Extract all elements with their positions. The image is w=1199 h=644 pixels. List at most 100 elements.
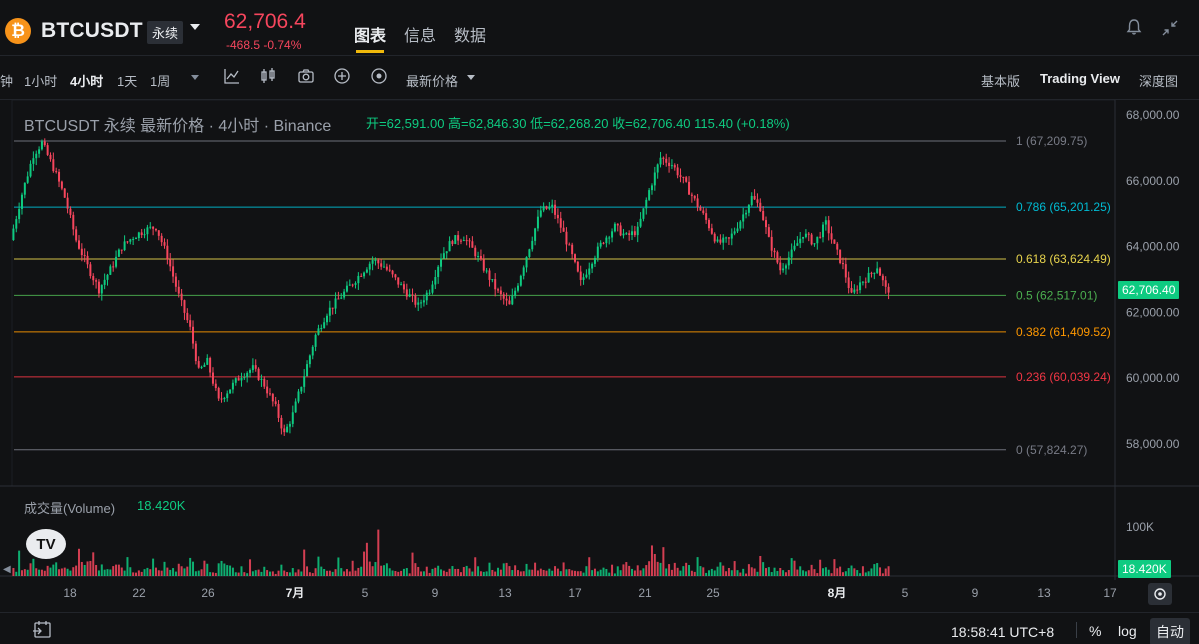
volume-bar	[357, 567, 360, 576]
timeframe-minute[interactable]: 钟	[0, 71, 13, 90]
volume-bar	[727, 567, 730, 576]
candle-body	[562, 227, 565, 232]
candle-body	[511, 295, 514, 305]
volume-bar	[229, 565, 232, 576]
timeframe-1d[interactable]: 1天	[117, 71, 137, 90]
candle-body	[579, 271, 582, 280]
tab-chart[interactable]: 图表	[354, 22, 386, 46]
candle-body	[60, 181, 63, 189]
view-tradingview[interactable]: Trading View	[1040, 71, 1120, 86]
candle-body	[571, 244, 574, 255]
view-depth[interactable]: 深度图	[1139, 71, 1178, 90]
symbol-name[interactable]: BTCUSDT	[41, 19, 143, 43]
candle-body	[582, 277, 585, 280]
indicator-icon[interactable]	[223, 67, 241, 85]
candlestick-chart[interactable]: 68,000.00 66,000.00 64,000.00 62,000.00 60,0…	[0, 100, 1199, 610]
candle-body	[742, 214, 745, 222]
volume-bar	[782, 570, 785, 576]
volume-bar	[502, 563, 505, 576]
volume-bar	[568, 569, 571, 576]
timeframe-more-caret-icon[interactable]	[191, 75, 199, 80]
volume-bar	[300, 571, 303, 576]
volume-bar	[870, 568, 873, 576]
volume-bar	[747, 564, 750, 576]
volume-bar	[177, 563, 180, 576]
candle-body	[602, 242, 605, 244]
candle-body	[345, 285, 348, 292]
candle-body	[881, 275, 884, 281]
volume-bar	[730, 570, 733, 576]
volume-bar	[542, 569, 545, 576]
candle-type-icon[interactable]	[259, 67, 277, 85]
volume-bar	[705, 572, 708, 576]
volume-bar	[742, 568, 745, 576]
candle-body	[762, 211, 765, 221]
bell-icon[interactable]	[1125, 18, 1143, 36]
price-type-select[interactable]: 最新价格	[406, 71, 458, 90]
add-icon[interactable]	[333, 67, 351, 85]
volume-bar	[628, 565, 631, 576]
tab-data[interactable]: 数据	[454, 22, 486, 46]
candle-body	[822, 224, 825, 238]
volume-bar	[474, 557, 477, 576]
volume-bar	[12, 568, 15, 576]
active-tab-indicator	[356, 50, 384, 53]
volume-bar	[702, 567, 705, 576]
scroll-left-icon[interactable]: ◀	[3, 564, 11, 575]
volume-bar	[522, 571, 525, 576]
fib-level-label: 0.382 (61,409.52)	[1016, 325, 1111, 339]
volume-bar	[234, 572, 237, 576]
camera-icon[interactable]	[297, 67, 315, 85]
y-axis-tick: 62,000.00	[1126, 305, 1180, 319]
log-scale-button[interactable]: log	[1118, 623, 1137, 639]
percent-scale-button[interactable]: %	[1089, 623, 1101, 639]
candle-body	[311, 346, 314, 356]
view-basic[interactable]: 基本版	[981, 71, 1020, 90]
volume-bar	[157, 570, 160, 576]
candle-body	[784, 265, 787, 269]
candle-body	[394, 274, 397, 278]
candle-body	[103, 279, 106, 285]
volume-bar	[571, 570, 574, 576]
volume-bar	[306, 566, 309, 576]
volume-bar	[799, 566, 802, 576]
timeframe-1w[interactable]: 1周	[150, 71, 170, 90]
candle-body	[645, 199, 648, 209]
volume-bar	[425, 566, 428, 576]
price-type-caret-icon[interactable]	[467, 75, 475, 80]
timeframe-4h[interactable]: 4小时	[70, 71, 103, 90]
candle-body	[58, 171, 61, 182]
volume-bar	[240, 566, 243, 576]
volume-bar	[169, 569, 172, 576]
volume-bar	[599, 569, 602, 576]
btc-logo-icon: ₿	[5, 18, 31, 44]
candle-body	[414, 295, 417, 305]
volume-bar	[149, 569, 152, 576]
chart-settings-button[interactable]	[1148, 583, 1172, 605]
volume-bar	[468, 568, 471, 576]
candle-body	[172, 266, 175, 277]
candle-body	[807, 233, 810, 235]
utc-clock[interactable]: 18:58:41 UTC+8	[951, 624, 1054, 640]
candle-body	[29, 163, 32, 177]
collapse-icon[interactable]	[1162, 20, 1178, 36]
tab-info[interactable]: 信息	[404, 22, 436, 46]
go-to-date-icon[interactable]	[32, 619, 54, 639]
volume-bar	[824, 567, 827, 576]
candle-body	[539, 210, 542, 217]
x-axis-tick: 9	[972, 586, 979, 600]
auto-scale-button[interactable]: 自动	[1150, 618, 1190, 644]
tradingview-logo-icon[interactable]: TV	[26, 529, 66, 559]
timeframe-1h[interactable]: 1小时	[24, 71, 57, 90]
candle-body	[334, 298, 337, 309]
candle-body	[548, 206, 551, 209]
candle-body	[209, 357, 212, 373]
volume-bar	[143, 569, 146, 576]
symbol-dropdown-caret-icon[interactable]	[190, 24, 200, 30]
chart-area[interactable]: 68,000.00 66,000.00 64,000.00 62,000.00 60,0…	[0, 100, 1199, 610]
volume-bar	[625, 562, 628, 576]
volume-bar	[576, 571, 579, 576]
settings-circle-icon[interactable]	[370, 67, 388, 85]
candle-body	[876, 268, 879, 273]
candle-body	[722, 237, 725, 243]
